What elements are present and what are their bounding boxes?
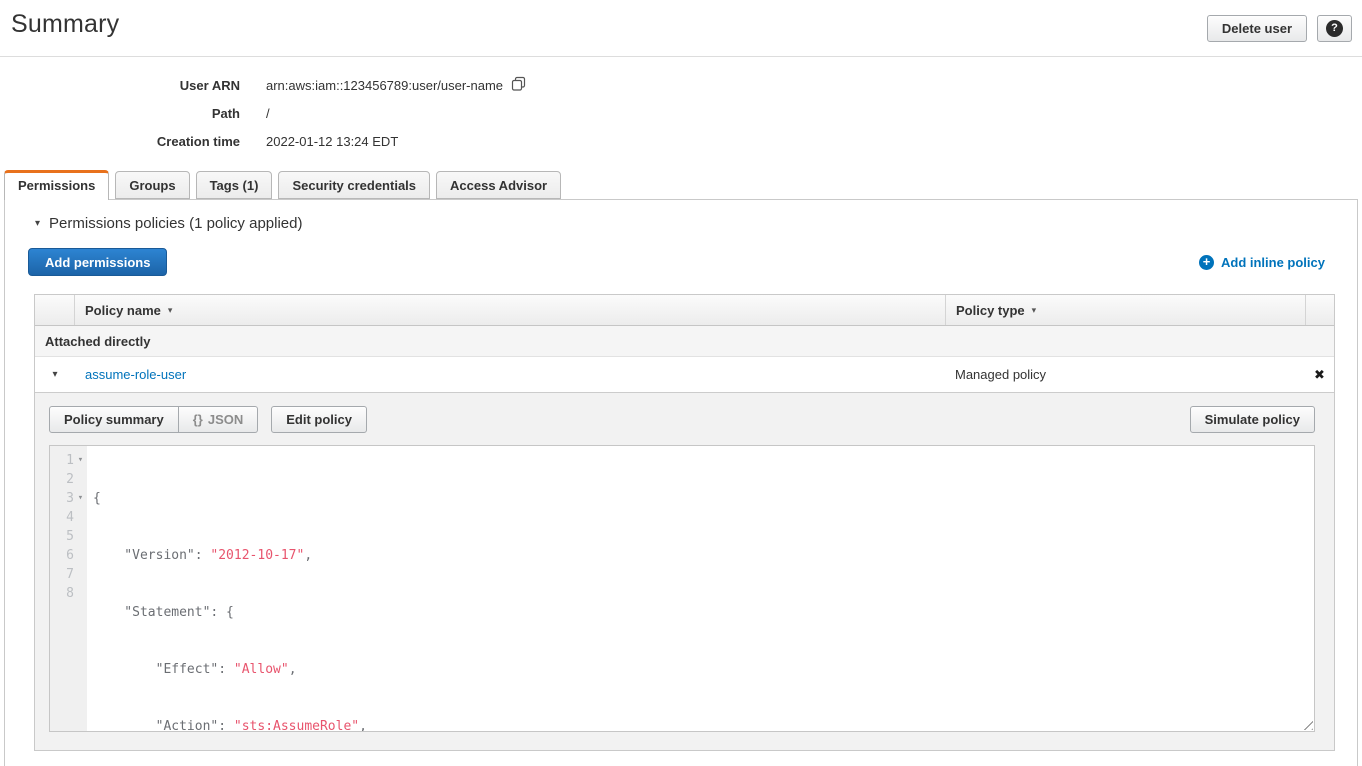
- code-line: "Version": "2012-10-17",: [93, 546, 555, 565]
- permissions-policies-section-toggle[interactable]: ▾ Permissions policies (1 policy applied…: [35, 215, 1357, 232]
- help-icon: ?: [1326, 20, 1343, 37]
- code-line: {: [93, 489, 555, 508]
- remove-column-header: [1305, 295, 1334, 325]
- json-tab-label: JSON: [208, 412, 243, 427]
- page-header: Summary Delete user ?: [0, 0, 1362, 57]
- header-actions: Delete user ?: [1207, 15, 1352, 42]
- user-arn-label: User ARN: [0, 78, 240, 93]
- page-title: Summary: [11, 10, 1352, 39]
- policies-table-header: Policy name ▾ Policy type ▾: [35, 295, 1334, 326]
- json-tab-button[interactable]: {} JSON: [179, 406, 259, 433]
- policy-name-link[interactable]: assume-role-user: [85, 367, 186, 382]
- column-header-policy-name[interactable]: Policy name ▾: [75, 303, 945, 318]
- code-line: "Action": "sts:AssumeRole",: [93, 717, 555, 732]
- resize-grip-icon[interactable]: [1300, 717, 1313, 730]
- tab-access-advisor[interactable]: Access Advisor: [436, 171, 561, 199]
- policy-view-segmented-control: Policy summary {} JSON: [49, 406, 258, 433]
- policy-row-assume-role-user: ▾ assume-role-user Managed policy ✖: [35, 357, 1334, 393]
- column-header-policy-type[interactable]: Policy type ▾: [945, 295, 1305, 325]
- editor-content: { "Version": "2012-10-17", "Statement": …: [87, 446, 555, 731]
- policy-detail-toolbar: Policy summary {} JSON Edit policy Simul…: [49, 406, 1315, 433]
- remove-policy-icon[interactable]: ✖: [1314, 367, 1325, 383]
- json-policy-editor[interactable]: 1▾ 2 3▾ 4 5 6 7 8 { "Version": "2012-10-…: [49, 445, 1315, 732]
- path-label: Path: [0, 106, 240, 121]
- iam-user-summary-page: Summary Delete user ? User ARN arn:aws:i…: [0, 0, 1362, 766]
- policies-table: Policy name ▾ Policy type ▾ Attached dir…: [34, 294, 1335, 751]
- edit-policy-button[interactable]: Edit policy: [271, 406, 367, 433]
- plus-icon: +: [1199, 255, 1214, 270]
- policy-summary-tab-button[interactable]: Policy summary: [49, 406, 179, 433]
- user-arn-value: arn:aws:iam::123456789:user/user-name: [266, 78, 503, 93]
- user-details: User ARN arn:aws:iam::123456789:user/use…: [0, 57, 1362, 155]
- expander-column-header: [35, 295, 75, 325]
- help-button[interactable]: ?: [1317, 15, 1352, 42]
- detail-row-creation-time: Creation time 2022-01-12 13:24 EDT: [0, 127, 1362, 155]
- simulate-policy-button[interactable]: Simulate policy: [1190, 406, 1315, 433]
- detail-row-path: Path /: [0, 99, 1362, 127]
- permissions-policies-section-title: Permissions policies (1 policy applied): [49, 215, 302, 232]
- sort-icon: ▾: [1032, 305, 1037, 316]
- add-permissions-button[interactable]: Add permissions: [28, 248, 167, 276]
- sort-icon: ▾: [168, 305, 173, 316]
- fold-icon[interactable]: ▾: [74, 451, 87, 470]
- policy-group-row-attached-directly: Attached directly: [35, 326, 1334, 357]
- tab-tags[interactable]: Tags (1): [196, 171, 273, 199]
- detail-row-user-arn: User ARN arn:aws:iam::123456789:user/use…: [0, 71, 1362, 99]
- policy-type-cell: Managed policy: [945, 357, 1305, 392]
- permissions-controls: Add permissions + Add inline policy: [28, 248, 1325, 276]
- path-value: /: [266, 106, 270, 121]
- tab-bar: Permissions Groups Tags (1) Security cre…: [0, 168, 1362, 199]
- code-line: "Statement": {: [93, 603, 555, 622]
- braces-icon: {}: [193, 412, 203, 427]
- delete-user-button[interactable]: Delete user: [1207, 15, 1307, 42]
- tab-permissions[interactable]: Permissions: [4, 170, 109, 200]
- collapse-section-icon: ▾: [35, 218, 40, 229]
- fold-icon[interactable]: ▾: [74, 489, 87, 508]
- tab-groups[interactable]: Groups: [115, 171, 189, 199]
- copy-icon: [511, 76, 526, 94]
- editor-gutter: 1▾ 2 3▾ 4 5 6 7 8: [50, 446, 87, 731]
- code-line: "Effect": "Allow",: [93, 660, 555, 679]
- policy-detail-panel: Policy summary {} JSON Edit policy Simul…: [35, 393, 1334, 750]
- add-inline-policy-label: Add inline policy: [1221, 255, 1325, 270]
- tab-security-credentials[interactable]: Security credentials: [278, 171, 430, 199]
- creation-time-label: Creation time: [0, 134, 240, 149]
- add-inline-policy-link[interactable]: + Add inline policy: [1199, 255, 1325, 270]
- permissions-tab-panel: ▾ Permissions policies (1 policy applied…: [4, 199, 1358, 766]
- collapse-row-icon[interactable]: ▾: [52, 369, 57, 380]
- copy-arn-button[interactable]: [511, 76, 526, 94]
- creation-time-value: 2022-01-12 13:24 EDT: [266, 134, 398, 149]
